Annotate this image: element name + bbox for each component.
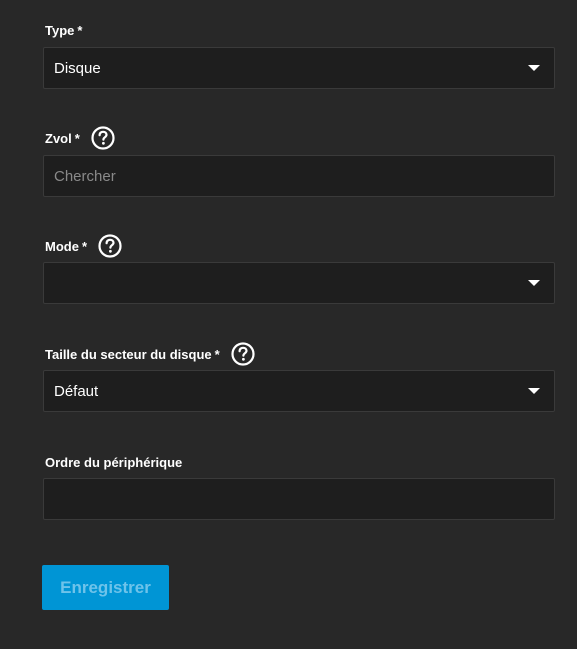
zvol-label: Zvol * — [45, 125, 116, 151]
sector-size-label-text: Taille du secteur du disque — [45, 346, 212, 362]
type-select-value: Disque — [54, 59, 101, 77]
save-button[interactable]: Enregistrer — [42, 565, 169, 610]
zvol-label-text: Zvol — [45, 130, 72, 146]
mode-label: Mode * — [45, 233, 123, 259]
mode-select[interactable] — [43, 262, 555, 304]
sector-size-select[interactable]: Défaut — [43, 370, 555, 412]
required-marker: * — [74, 130, 80, 146]
sector-size-select-value: Défaut — [54, 382, 99, 400]
required-marker: * — [81, 238, 88, 254]
type-select[interactable]: Disque — [43, 47, 555, 89]
required-marker: * — [77, 22, 83, 38]
chevron-down-icon — [528, 280, 540, 286]
mode-label-text: Mode — [45, 238, 79, 254]
type-label: Type * — [45, 17, 82, 43]
zvol-search-input[interactable]: Chercher — [43, 155, 555, 197]
zvol-search-placeholder: Chercher — [54, 167, 116, 185]
device-order-label: Ordre du périphérique — [45, 449, 182, 475]
question-circle-icon[interactable] — [90, 125, 116, 151]
sector-size-label: Taille du secteur du disque * — [45, 341, 256, 367]
chevron-down-icon — [528, 388, 540, 394]
type-label-text: Type — [45, 22, 75, 38]
device-order-input[interactable] — [43, 478, 555, 520]
required-marker: * — [214, 346, 220, 362]
question-circle-icon[interactable] — [97, 233, 123, 259]
device-order-label-text: Ordre du périphérique — [45, 454, 183, 470]
question-circle-icon[interactable] — [230, 341, 256, 367]
chevron-down-icon — [528, 65, 540, 71]
